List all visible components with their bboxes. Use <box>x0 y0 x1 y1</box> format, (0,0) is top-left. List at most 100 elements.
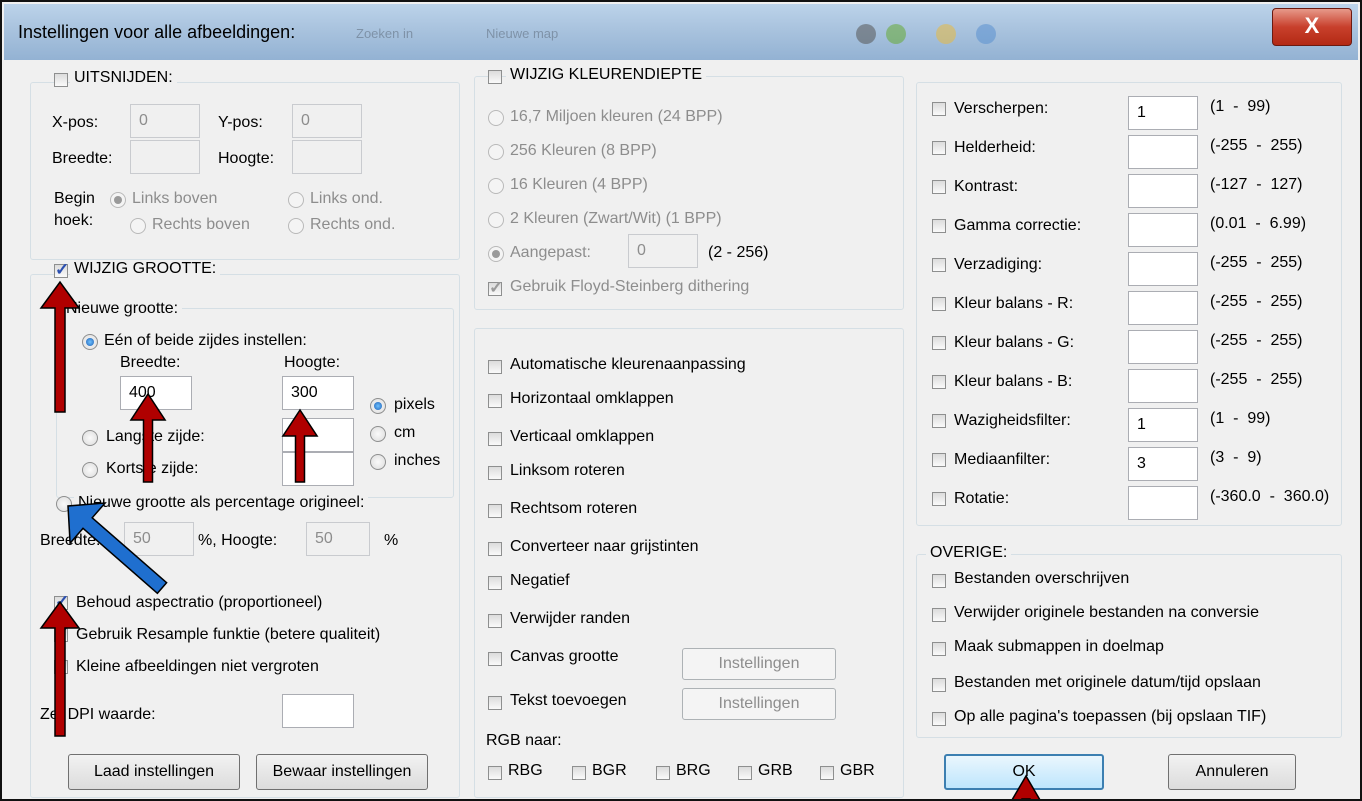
shortest-side-radio[interactable] <box>82 462 98 478</box>
ypos-label: Y-pos: <box>218 114 263 131</box>
dpi-input[interactable] <box>282 694 354 728</box>
adjustment-input[interactable] <box>1128 135 1198 169</box>
title-bar[interactable]: Instellingen voor alle afbeeldingen: Zoe… <box>4 4 1358 60</box>
load-settings-button[interactable]: Laad instellingen <box>68 754 240 790</box>
other-checkbox-1[interactable] <box>932 608 946 622</box>
adjustment-checkbox[interactable] <box>932 102 946 116</box>
adjustment-checkbox[interactable] <box>932 180 946 194</box>
adjustment-checkbox[interactable] <box>932 453 946 467</box>
crop-checkbox[interactable] <box>54 73 68 87</box>
rgb-bgr-checkbox[interactable] <box>572 766 586 780</box>
resize-height-label: Hoogte: <box>284 354 341 371</box>
keep-aspect-checkbox[interactable] <box>54 592 69 612</box>
ypos-input[interactable] <box>292 104 362 138</box>
unit-inches-radio[interactable] <box>370 454 386 470</box>
transform-checkbox-5[interactable] <box>488 542 502 556</box>
adjustment-checkbox[interactable] <box>932 414 946 428</box>
adjustment-input[interactable] <box>1128 174 1198 208</box>
rgb-rbg-checkbox[interactable] <box>488 766 502 780</box>
adjustment-checkbox[interactable] <box>932 297 946 311</box>
depth-24bpp-radio[interactable] <box>488 110 504 126</box>
add-text-label: Tekst toevoegen <box>510 692 627 709</box>
adjustment-checkbox[interactable] <box>932 258 946 272</box>
xpos-input[interactable] <box>130 104 200 138</box>
corner-radio-top-right[interactable] <box>130 218 146 234</box>
depth-custom-input[interactable] <box>628 234 698 268</box>
canvas-size-checkbox[interactable] <box>488 652 502 666</box>
percent-width-input[interactable] <box>124 522 194 556</box>
adjustment-input[interactable] <box>1128 330 1198 364</box>
color-depth-checkbox[interactable] <box>488 70 502 84</box>
depth-4bpp-radio[interactable] <box>488 178 504 194</box>
adjustment-input[interactable] <box>1128 486 1198 520</box>
one-or-both-label: Eén of beide zijdes instellen: <box>104 332 307 349</box>
cancel-button[interactable]: Annuleren <box>1168 754 1296 790</box>
transform-label-flip-v: Verticaal omklappen <box>510 428 655 445</box>
transform-checkbox-2[interactable] <box>488 432 502 446</box>
transform-checkbox-4[interactable] <box>488 504 502 518</box>
dithering-checkbox[interactable] <box>488 278 503 298</box>
color-depth-title: WIJZIG KLEURENDIEPTE <box>506 66 707 84</box>
no-enlarge-checkbox[interactable] <box>54 660 68 674</box>
transform-label-remove-borders: Verwijder randen <box>510 610 631 627</box>
text-settings-button[interactable]: Instellingen <box>682 688 836 720</box>
add-text-checkbox[interactable] <box>488 696 502 710</box>
depth-8bpp-radio[interactable] <box>488 144 504 160</box>
adjustment-input[interactable] <box>1128 447 1198 481</box>
rgb-gbr-checkbox[interactable] <box>820 766 834 780</box>
other-checkbox-3[interactable] <box>932 678 946 692</box>
depth-custom-radio[interactable] <box>488 246 504 262</box>
corner-radio-bottom-right[interactable] <box>288 218 304 234</box>
shortest-side-input[interactable] <box>282 452 354 486</box>
resize-height-input[interactable] <box>282 376 354 410</box>
adjustment-checkbox[interactable] <box>932 336 946 350</box>
unit-inches-label: inches <box>394 452 441 469</box>
unit-cm-radio[interactable] <box>370 426 386 442</box>
depth-1bpp-radio[interactable] <box>488 212 504 228</box>
adjustment-checkbox[interactable] <box>932 375 946 389</box>
save-settings-button[interactable]: Bewaar instellingen <box>256 754 428 790</box>
corner-radio-bottom-left[interactable] <box>288 192 304 208</box>
canvas-settings-button[interactable]: Instellingen <box>682 648 836 680</box>
rgb-grb-checkbox[interactable] <box>738 766 752 780</box>
adjustment-range: (3 - 9) <box>1210 449 1262 466</box>
rgb-brg-checkbox[interactable] <box>656 766 670 780</box>
resize-width-label: Breedte: <box>120 354 181 371</box>
transform-checkbox-3[interactable] <box>488 466 502 480</box>
other-checkbox-2[interactable] <box>932 642 946 656</box>
one-or-both-radio[interactable] <box>82 334 98 350</box>
transform-checkbox-6[interactable] <box>488 576 502 590</box>
longest-side-radio[interactable] <box>82 430 98 446</box>
crop-height-input[interactable] <box>292 140 362 174</box>
transform-checkbox-1[interactable] <box>488 394 502 408</box>
unit-pixels-radio[interactable] <box>370 398 386 414</box>
other-checkbox-4[interactable] <box>932 712 946 726</box>
close-button[interactable]: X <box>1272 8 1352 46</box>
resample-checkbox[interactable] <box>54 624 69 644</box>
other-checkbox-0[interactable] <box>932 574 946 588</box>
transform-checkbox-7[interactable] <box>488 614 502 628</box>
adjustment-input[interactable] <box>1128 96 1198 130</box>
percent-radio[interactable] <box>56 496 72 512</box>
percent-height-input[interactable] <box>306 522 370 556</box>
adjustment-checkbox[interactable] <box>932 492 946 506</box>
resize-checkbox[interactable] <box>54 260 69 280</box>
window-title: Instellingen voor alle afbeeldingen: <box>18 22 296 42</box>
crop-width-input[interactable] <box>130 140 200 174</box>
adjustment-input[interactable] <box>1128 252 1198 286</box>
corner-radio-top-left[interactable] <box>110 192 126 208</box>
adjustment-input[interactable] <box>1128 369 1198 403</box>
adjustment-input[interactable] <box>1128 213 1198 247</box>
transform-checkbox-0[interactable] <box>488 360 502 374</box>
ok-button[interactable]: OK <box>944 754 1104 790</box>
background-window-blur: Zoeken in Nieuwe map <box>356 22 1036 48</box>
depth-4bpp-label: 16 Kleuren (4 BPP) <box>510 176 648 193</box>
adjustment-input[interactable] <box>1128 408 1198 442</box>
adjustment-input[interactable] <box>1128 291 1198 325</box>
adjustment-checkbox[interactable] <box>932 219 946 233</box>
adjustment-checkbox[interactable] <box>932 141 946 155</box>
resize-width-input[interactable] <box>120 376 192 410</box>
crop-title: UITSNIJDEN: <box>70 69 177 87</box>
adjustment-range: (-255 - 255) <box>1210 254 1303 271</box>
longest-side-input[interactable] <box>282 418 354 452</box>
